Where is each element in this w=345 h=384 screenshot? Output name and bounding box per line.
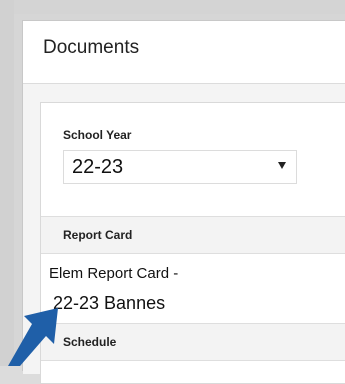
documents-panel: School Year 22-23 Report Card Elem Repor… [40,102,345,384]
report-card-document-link[interactable]: Elem Report Card - 22-23 Bannes [49,265,299,323]
app-frame: Documents School Year 22-23 Report Card … [0,0,345,384]
report-card-section-label: Report Card [63,228,133,242]
card-header: Documents [23,21,345,84]
school-year-select[interactable]: 22-23 [63,150,297,184]
school-year-label: School Year [63,128,132,142]
school-year-selected-value: 22-23 [72,156,124,178]
caret-down-icon [278,162,286,169]
page-title: Documents [43,37,140,58]
arrow-pointer-icon [8,308,58,366]
documents-card: Documents School Year 22-23 Report Card … [22,20,345,384]
card-body: School Year 22-23 Report Card Elem Repor… [23,84,345,384]
top-strip [0,0,345,14]
report-card-section-header: Report Card [41,216,345,254]
schedule-section-header: Schedule [41,323,345,361]
arrow-shape [8,308,58,366]
schedule-section-label: Schedule [63,335,117,349]
document-name-line1: Elem Report Card - [49,265,179,282]
